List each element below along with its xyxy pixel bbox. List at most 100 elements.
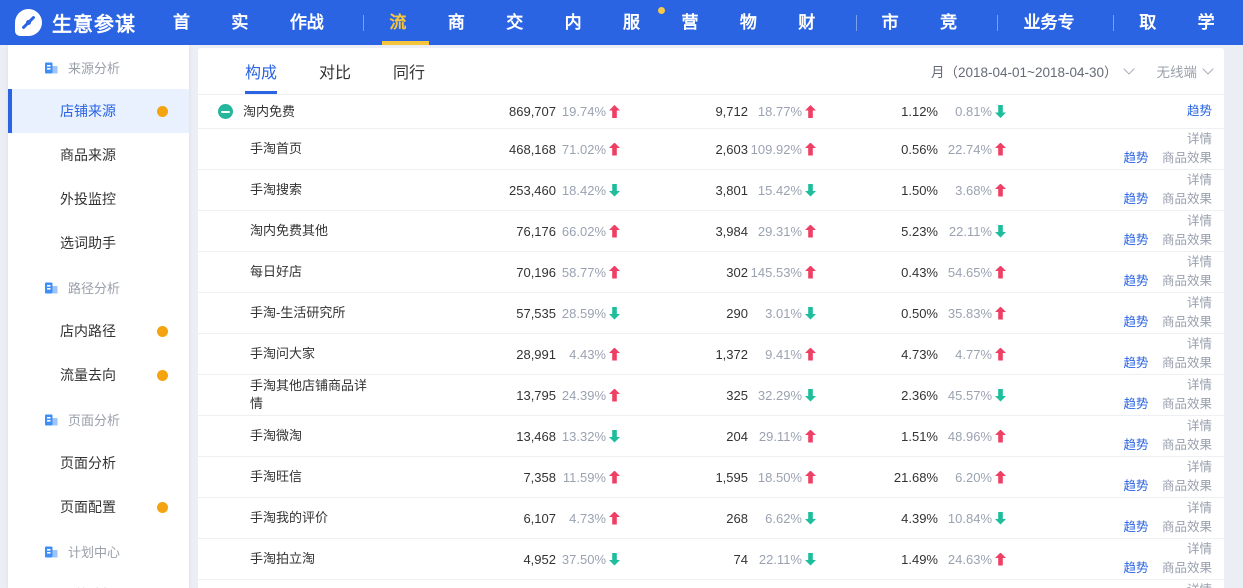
row-actions: 详情 趋势 商品效果 xyxy=(1006,540,1224,578)
product-effect-link[interactable]: 商品效果 xyxy=(1162,438,1212,452)
tab-构成[interactable]: 构成 xyxy=(245,48,277,94)
product-effect-link[interactable]: 商品效果 xyxy=(1162,233,1212,247)
trend-link[interactable]: 趋势 xyxy=(1123,356,1148,370)
detail-link[interactable]: 详情 xyxy=(1187,214,1212,228)
conversion-change: 22.11% xyxy=(938,224,1006,239)
product-effect-link[interactable]: 商品效果 xyxy=(1162,274,1212,288)
sidebar-item-页面配置[interactable]: 页面配置 xyxy=(8,485,189,529)
visitors-value: 13,468 xyxy=(466,429,556,444)
date-range-value: 月（2018-04-01~2018-04-30） xyxy=(931,61,1118,81)
sidebar-section-页面分析[interactable]: 页面分析 xyxy=(8,397,189,441)
product-effect-link[interactable]: 商品效果 xyxy=(1162,315,1212,329)
detail-link[interactable]: 详情 xyxy=(1187,132,1212,146)
trend-link[interactable]: 趋势 xyxy=(1123,274,1148,288)
trend-arrow-icon xyxy=(805,143,816,156)
product-effect-link[interactable]: 商品效果 xyxy=(1162,520,1212,534)
sidebar-item-店内路径[interactable]: 店内路径 xyxy=(8,309,189,353)
trend-link[interactable]: 趋势 xyxy=(1123,561,1148,575)
trend-arrow-icon xyxy=(995,471,1006,484)
trend-arrow-icon xyxy=(805,512,816,525)
sidebar-item-选词助手[interactable]: 选词助手 xyxy=(8,221,189,265)
nav-item-业务专区[interactable]: 业务专区 xyxy=(1014,0,1097,45)
nav-item-物流[interactable]: 物流 xyxy=(731,0,781,45)
detail-link[interactable]: 详情 xyxy=(1187,460,1212,474)
detail-link[interactable]: 详情 xyxy=(1187,542,1212,556)
nav-item-实时[interactable]: 实时 xyxy=(222,0,272,45)
nav-item-财务[interactable]: 财务 xyxy=(789,0,839,45)
source-name: 手淘-生活研究所 xyxy=(250,304,345,322)
source-name-cell: 手淘-生活研究所 xyxy=(198,304,466,322)
row-actions: 详情 趋势 商品效果 xyxy=(1006,294,1224,332)
product-effect-link[interactable]: 商品效果 xyxy=(1162,397,1212,411)
source-name-cell: 手淘旺信 xyxy=(198,468,466,486)
nav-item-营销[interactable]: 营销 xyxy=(672,0,722,45)
tab-同行[interactable]: 同行 xyxy=(393,48,425,94)
nav-item-竞争[interactable]: 竞争 xyxy=(931,0,981,45)
trend-arrow-icon xyxy=(805,307,816,320)
buyers-change: 18.50% xyxy=(748,470,816,485)
trend-link[interactable]: 趋势 xyxy=(1123,315,1148,329)
product-effect-link[interactable]: 商品效果 xyxy=(1162,479,1212,493)
nav-item-流量[interactable]: 流量 xyxy=(380,0,430,45)
tab-label: 对比 xyxy=(319,59,351,83)
trend-arrow-icon xyxy=(805,225,816,238)
collapse-toggle-icon[interactable] xyxy=(218,104,233,119)
detail-link[interactable]: 详情 xyxy=(1187,173,1212,187)
nav-item-交易[interactable]: 交易 xyxy=(497,0,547,45)
trend-link[interactable]: 趋势 xyxy=(1123,192,1148,206)
trend-link[interactable]: 趋势 xyxy=(1123,233,1148,247)
nav-item-取数[interactable]: 取数 xyxy=(1130,0,1180,45)
table-row: 手淘-生活研究所 57,535 28.59% 290 3.01% 0.50% 3… xyxy=(198,293,1224,334)
nav-item-学院[interactable]: 学院 xyxy=(1189,0,1239,45)
detail-link[interactable]: 详情 xyxy=(1187,378,1212,392)
sidebar-item-店铺来源[interactable]: 店铺来源 xyxy=(8,89,189,133)
trend-arrow-icon xyxy=(805,389,816,402)
nav-item-作战室[interactable]: 作战室 xyxy=(281,0,348,45)
detail-link[interactable]: 详情 xyxy=(1187,296,1212,310)
nav-item-首页[interactable]: 首页 xyxy=(164,0,214,45)
conversion-value: 4.73% xyxy=(816,347,938,362)
sidebar-section-路径分析[interactable]: 路径分析 xyxy=(8,265,189,309)
sidebar-item-页面分析[interactable]: 页面分析 xyxy=(8,441,189,485)
trend-arrow-icon xyxy=(805,348,816,361)
nav-item-服务[interactable]: 服务 xyxy=(614,0,664,45)
sidebar-item-流量去向[interactable]: 流量去向 xyxy=(8,353,189,397)
sidebar-section-计划中心[interactable]: 计划中心 xyxy=(8,529,189,573)
building-icon xyxy=(44,544,59,559)
nav-item-内容[interactable]: 内容 xyxy=(556,0,606,45)
date-range-select[interactable]: 月（2018-04-01~2018-04-30） xyxy=(931,61,1133,81)
nav-item-市场[interactable]: 市场 xyxy=(873,0,923,45)
trend-link[interactable]: 趋势 xyxy=(1123,151,1148,165)
detail-link[interactable]: 详情 xyxy=(1187,337,1212,351)
sidebar-item-运营计划[interactable]: 运营计划 xyxy=(8,573,189,588)
trend-arrow-icon xyxy=(805,471,816,484)
detail-link[interactable]: 详情 xyxy=(1187,501,1212,515)
visitors-value: 76,176 xyxy=(466,224,556,239)
detail-link[interactable]: 详情 xyxy=(1187,255,1212,269)
nav-item-商品[interactable]: 商品 xyxy=(439,0,489,45)
tab-对比[interactable]: 对比 xyxy=(319,48,351,94)
source-name-cell: 手淘拍立淘 xyxy=(198,550,466,568)
product-effect-link[interactable]: 商品效果 xyxy=(1162,151,1212,165)
trend-arrow-icon xyxy=(995,348,1006,361)
terminal-select[interactable]: 无线端 xyxy=(1157,61,1213,81)
sidebar-section-来源分析[interactable]: 来源分析 xyxy=(8,45,189,89)
trend-link[interactable]: 趋势 xyxy=(1123,397,1148,411)
table-row: 手淘我的评价 6,107 4.73% 268 6.62% 4.39% 10.84… xyxy=(198,498,1224,539)
product-effect-link[interactable]: 商品效果 xyxy=(1162,356,1212,370)
visitors-change: 4.43% xyxy=(556,347,620,362)
detail-link[interactable]: 详情 xyxy=(1187,583,1212,588)
trend-link[interactable]: 趋势 xyxy=(1123,520,1148,534)
sidebar-item-商品来源[interactable]: 商品来源 xyxy=(8,133,189,177)
brand[interactable]: 生意参谋 xyxy=(15,8,136,37)
sidebar-item-label: 页面分析 xyxy=(60,453,116,473)
notification-dot xyxy=(157,326,168,337)
trend-link[interactable]: 趋势 xyxy=(1187,104,1212,118)
product-effect-link[interactable]: 商品效果 xyxy=(1162,192,1212,206)
trend-link[interactable]: 趋势 xyxy=(1123,479,1148,493)
trend-link[interactable]: 趋势 xyxy=(1123,438,1148,452)
product-effect-link[interactable]: 商品效果 xyxy=(1162,561,1212,575)
detail-link[interactable]: 详情 xyxy=(1187,419,1212,433)
sidebar-item-外投监控[interactable]: 外投监控 xyxy=(8,177,189,221)
section-header-label: 计划中心 xyxy=(68,542,120,561)
